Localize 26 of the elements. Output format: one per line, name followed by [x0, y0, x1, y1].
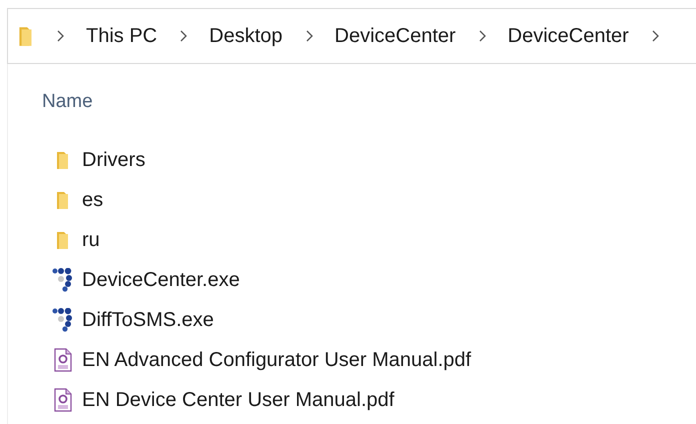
chevron-icon	[179, 30, 188, 42]
breadcrumb-item[interactable]: Desktop	[209, 21, 282, 51]
folder-icon	[18, 25, 34, 47]
chevron-icon	[650, 30, 659, 42]
breadcrumb-item[interactable]: DeviceCenter	[508, 21, 629, 51]
breadcrumb-item[interactable]: This PC	[86, 21, 158, 51]
file-name[interactable]: ru	[82, 225, 100, 255]
network-app-icon	[52, 308, 74, 332]
file-name[interactable]: EN Device Center User Manual.pdf	[82, 385, 394, 415]
file-name[interactable]: DiffToSMS.exe	[82, 305, 214, 335]
breadcrumb-item[interactable]: DeviceCenter	[334, 21, 456, 51]
network-app-icon	[52, 268, 74, 292]
file-name[interactable]: EN Advanced Configurator User Manual.pdf	[82, 345, 472, 375]
column-header[interactable]: Name	[42, 88, 93, 136]
pdf-file-icon	[54, 388, 72, 412]
file-name[interactable]: DeviceCenter.exe	[82, 265, 240, 295]
chevron-icon	[478, 30, 486, 42]
chevron-icon	[304, 30, 312, 42]
pdf-file-icon	[54, 348, 72, 372]
file-name[interactable]: es	[82, 185, 104, 215]
address-bar[interactable]: This PC Desktop DeviceCenter DeviceCenter	[7, 8, 696, 64]
folder-icon	[56, 150, 70, 170]
chevron-icon	[56, 30, 64, 42]
folder-icon	[56, 230, 70, 250]
folder-icon	[56, 190, 70, 210]
file-name[interactable]: Drivers	[82, 145, 146, 175]
